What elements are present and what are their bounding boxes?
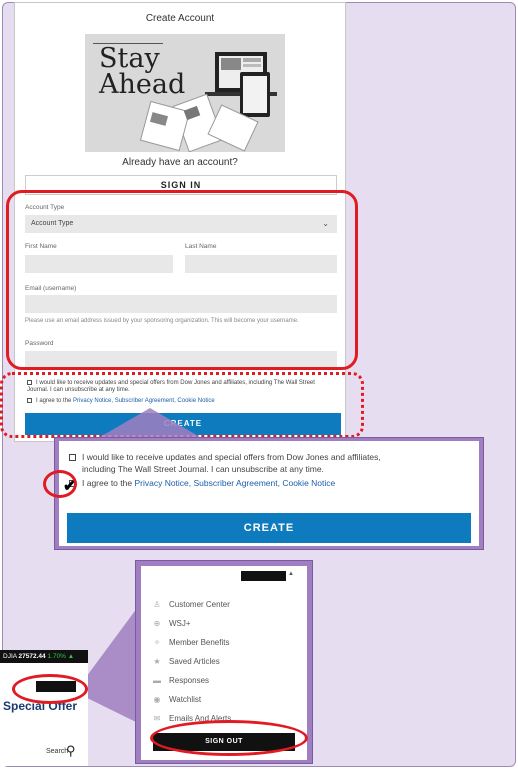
star-icon: ✧ (153, 638, 161, 647)
signout-highlight-oval (150, 720, 308, 756)
up-arrow-icon: ▲ (67, 653, 75, 660)
plus-icon: ⊕ (153, 619, 161, 628)
mail-icon: ✉ (153, 714, 161, 723)
menu-item-watchlist[interactable]: ◉ Watchlist (151, 695, 202, 704)
zoom-agree-prefix: I agree to the (82, 478, 133, 488)
zoom-agree-links[interactable]: Privacy Notice, Subscriber Agreement, Co… (134, 478, 335, 488)
menu-item-responses[interactable]: ▬ Responses (151, 676, 209, 685)
menu-item-customer-center[interactable]: ♙ Customer Center (151, 600, 230, 609)
chat-icon: ▬ (153, 676, 161, 685)
checkbox-highlight-oval (43, 470, 77, 498)
caret-up-icon: ▲ (288, 571, 294, 577)
menu-item-wsj-plus[interactable]: ⊕ WSJ+ (151, 619, 191, 628)
zoom-offers-line1: I would like to receive updates and spec… (82, 452, 381, 462)
account-highlight-oval (12, 674, 88, 704)
bookmark-icon: ★ (153, 657, 161, 666)
menu-item-saved-articles[interactable]: ★ Saved Articles (151, 657, 219, 666)
djia-ticker: DJIA 27572.44 1.70% ▲ (0, 650, 88, 663)
zoom-offers-line2: including The Wall Street Journal. I can… (82, 464, 324, 474)
zoom-offers-checkbox[interactable] (69, 454, 76, 462)
create-button-large[interactable]: CREATE (67, 513, 471, 543)
eye-icon: ◉ (153, 695, 161, 704)
person-icon: ♙ (153, 600, 161, 609)
menu-item-member-benefits[interactable]: ✧ Member Benefits (151, 638, 230, 647)
zoom-offers-row: I would like to receive updates and spec… (69, 451, 469, 463)
account-name-redacted (241, 571, 286, 581)
search-label[interactable]: Search (46, 748, 68, 755)
zoom-agree-row: I agree to the Privacy Notice, Subscribe… (69, 477, 335, 489)
consent-zoom-callout: I would like to receive updates and spec… (54, 437, 484, 550)
search-icon[interactable]: ⚲ (66, 743, 76, 759)
wsj-header-snippet: DJIA 27572.44 1.70% ▲ Special Offer Sear… (0, 650, 88, 766)
